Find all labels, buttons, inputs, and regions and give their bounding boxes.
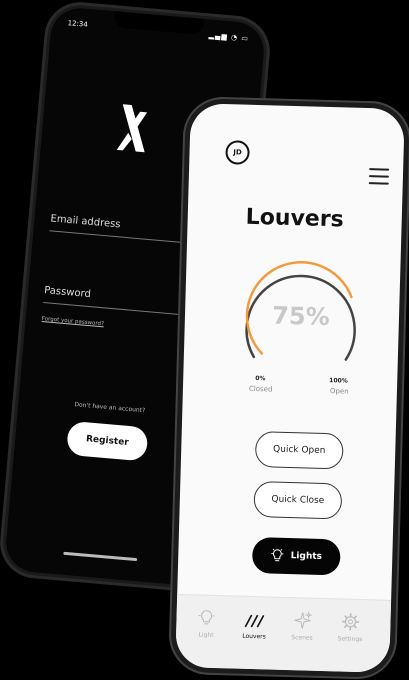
hamburger-menu-icon[interactable] [369, 168, 389, 185]
louvers-phone: JD Louvers 75% 0% Closed 100% Open Quick… [168, 96, 409, 680]
quick-close-button[interactable]: Quick Close [253, 481, 342, 519]
lights-button-label: Lights [290, 551, 322, 562]
lights-button[interactable]: Lights [252, 537, 341, 575]
bottom-tab-bar: Light Louvers Scenes [175, 594, 391, 673]
app-logo-icon [113, 102, 155, 155]
tab-scenes[interactable]: Scenes [280, 610, 325, 642]
tab-scenes-label: Scenes [280, 634, 324, 642]
password-field[interactable]: Password [43, 274, 195, 316]
signal-wifi-battery-icons: ▂▄▆ ◔ ▭ [208, 31, 249, 42]
tab-settings[interactable]: Settings [328, 611, 373, 643]
gauge-max-sub: Open [330, 387, 349, 396]
email-field[interactable]: Email address [49, 202, 201, 244]
home-indicator [63, 552, 137, 561]
quick-open-button[interactable]: Quick Open [255, 431, 344, 469]
email-label: Email address [50, 213, 121, 230]
tab-light-label: Light [184, 631, 228, 639]
louvers-icon [243, 609, 266, 630]
bulb-icon [270, 548, 284, 564]
user-avatar[interactable]: JD [225, 140, 250, 165]
gauge-max-label: 100% [329, 377, 348, 385]
register-button[interactable]: Register [66, 421, 149, 462]
tab-louvers-label: Louvers [232, 632, 276, 640]
status-time: 12:34 [67, 19, 88, 29]
tab-louvers[interactable]: Louvers [232, 608, 277, 640]
no-account-text: Don't have an account? [74, 401, 145, 414]
louvers-screen: JD Louvers 75% 0% Closed 100% Open Quick… [175, 103, 405, 673]
gauge-min-label: 0% [255, 375, 265, 382]
gear-icon [340, 612, 361, 633]
gauge-value: 75% [243, 301, 360, 332]
tab-light[interactable]: Light [184, 607, 229, 639]
page-title: Louvers [187, 203, 402, 234]
password-label: Password [44, 285, 91, 300]
gauge-min-sub: Closed [249, 385, 273, 394]
forgot-password-link[interactable]: Forgot your password? [41, 316, 104, 327]
tab-settings-label: Settings [328, 635, 372, 643]
bulb-icon [197, 608, 216, 628]
sparkle-icon [292, 610, 313, 631]
